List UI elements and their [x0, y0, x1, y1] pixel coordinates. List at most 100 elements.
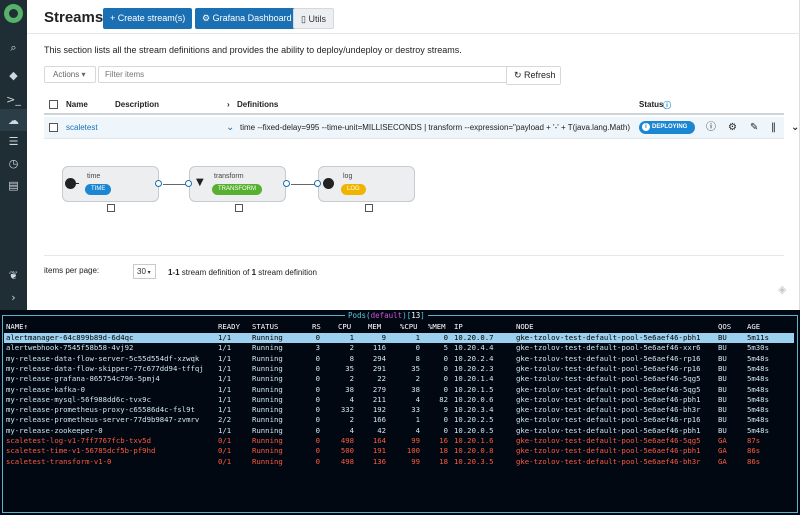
pod-cell: 2	[349, 415, 354, 425]
pod-column-header: NODE	[516, 322, 534, 331]
output-port[interactable]	[283, 180, 290, 187]
pod-cell: 5m48s	[747, 425, 769, 435]
pod-cell: my-release-prometheus-server-77d9b9847-z…	[6, 415, 200, 425]
grafana-icon: ⚙	[202, 13, 213, 23]
pod-cell: gke-tzolov-test-default-pool-5e6aef46-pb…	[516, 425, 701, 435]
node-checkbox[interactable]	[365, 204, 373, 212]
pod-row[interactable]: my-release-grafana-865754c796-5pmj4 1/1 Ru…	[4, 374, 794, 384]
terminal-icon[interactable]: >_	[6, 92, 21, 107]
pod-cell: 4	[415, 425, 420, 435]
sidebar: ⌕ ◆ >_ ☁ ☰ ◷ ▤ ❦ ›	[0, 0, 27, 315]
pagination-summary: 1-1 stream definition of 1 stream defini…	[168, 268, 317, 277]
column-name[interactable]: Name	[66, 100, 88, 109]
node-label: log	[343, 173, 353, 180]
pod-cell: Running	[252, 425, 283, 435]
help-icon[interactable]: ⓘ	[663, 100, 671, 111]
pod-cell: 10.20.1.5	[454, 384, 494, 394]
chevron-right-icon[interactable]: ›	[6, 290, 21, 305]
pod-cell: 0	[443, 384, 448, 394]
pod-row[interactable]: my-release-prometheus-server-77d9b9847-z…	[4, 415, 794, 425]
pod-cell: gke-tzolov-test-default-pool-5e6aef46-rp…	[516, 415, 701, 425]
search-icon[interactable]: ⌕	[6, 40, 21, 55]
select-all-checkbox[interactable]	[49, 100, 58, 109]
pod-row[interactable]: scaletest-log-v1-7ff7767fcb-txv5d 0/1 Runn…	[4, 436, 794, 446]
chevron-down-icon[interactable]: ⌄	[791, 122, 799, 134]
pod-cell: gke-tzolov-test-default-pool-5e6aef46-5q…	[516, 374, 701, 384]
expand-chevron-icon[interactable]: ⌄	[226, 122, 234, 134]
pod-cell: scaletest-time-v1-56785dcf5b-pf9hd	[6, 446, 156, 456]
pod-row[interactable]: my-release-mysql-56f988dd6c-tvx9c 1/1 Runn…	[4, 395, 794, 405]
output-port[interactable]	[155, 180, 162, 187]
pod-cell: 294	[372, 353, 386, 363]
pod-cell: 0	[315, 384, 320, 394]
pod-row[interactable]: scaletest-transform-v1-0 0/1 Running 0 498 13…	[4, 457, 794, 467]
deploy-gear-icon[interactable]: ⚙	[728, 122, 737, 134]
pod-cell: 5m48s	[747, 384, 769, 394]
pod-row[interactable]: my-release-prometheus-proxy-c65586d4c-fs…	[4, 405, 794, 415]
node-checkbox[interactable]	[107, 204, 115, 212]
pod-cell: 0	[315, 353, 320, 363]
pause-icon[interactable]: ‖	[771, 122, 776, 134]
pod-cell: 0	[315, 456, 320, 466]
row-checkbox[interactable]	[49, 123, 58, 132]
column-definitions[interactable]: Definitions	[237, 100, 278, 109]
pod-row[interactable]: my-release-kafka-0 1/1 Running 0 38 279 38 0 10.…	[4, 385, 794, 395]
pod-cell: 10.20.2.4	[454, 353, 494, 363]
pod-cell: 211	[372, 394, 386, 404]
pod-cell: Running	[252, 394, 283, 404]
pod-cell: GA	[718, 446, 727, 456]
create-stream-button[interactable]: + Create stream(s)	[103, 8, 193, 29]
pod-cell: BU	[718, 425, 727, 435]
edit-icon[interactable]: ✎	[750, 122, 758, 134]
graph-node-time[interactable]: time TIME	[62, 166, 159, 202]
pod-cell: 0	[443, 415, 448, 425]
utils-button[interactable]: ▯ Utils	[293, 8, 334, 29]
cloud-icon[interactable]: ☁	[6, 113, 21, 128]
table-icon[interactable]: ▤	[6, 178, 21, 193]
pod-cell: 498	[340, 436, 354, 445]
sort-icon[interactable]: ›	[227, 100, 230, 109]
pod-cell: 4	[415, 394, 420, 404]
pod-cell: 86s	[747, 456, 761, 466]
pod-cell: Running	[252, 415, 283, 425]
stream-name-link[interactable]: scaletest	[66, 123, 98, 132]
pod-cell: 0/1	[218, 446, 232, 456]
pod-cell: 500	[340, 446, 354, 456]
pod-row[interactable]: my-release-data-flow-server-5c55d554df-x…	[4, 354, 794, 364]
refresh-button[interactable]: ↻ Refresh	[506, 66, 561, 85]
node-badge: TRANSFORM	[212, 184, 262, 195]
clock-icon[interactable]: ◷	[6, 156, 21, 171]
status-badge: DEPLOYING	[639, 121, 695, 134]
pod-cell: 498	[340, 456, 354, 466]
filter-input[interactable]	[98, 66, 518, 83]
items-per-page-label: items per page:	[44, 266, 100, 275]
actions-dropdown[interactable]: Actions ▾	[44, 66, 96, 83]
pod-cell: 1/1	[218, 363, 232, 373]
list-icon[interactable]: ☰	[6, 134, 21, 149]
pod-row[interactable]: my-release-data-flow-skipper-77c677dd94-…	[4, 364, 794, 374]
items-per-page-select[interactable]: 30 ▾	[133, 264, 156, 279]
pod-cell: 82	[439, 394, 448, 404]
input-port[interactable]	[185, 180, 192, 187]
leaf-icon[interactable]: ❦	[6, 268, 21, 283]
pod-row[interactable]: alertmanager-64c899b89d-6d4qc 1/1 Running 0…	[4, 333, 794, 343]
input-port[interactable]	[314, 180, 321, 187]
pod-cell: Running	[252, 353, 283, 363]
pod-cell: 0/1	[218, 436, 232, 445]
pod-row[interactable]: scaletest-time-v1-56785dcf5b-pf9hd 0/1 Run…	[4, 446, 794, 456]
pod-cell: BU	[718, 343, 727, 353]
info-icon[interactable]: ⓘ	[706, 122, 716, 134]
node-checkbox[interactable]	[235, 204, 243, 212]
pod-cell: 192	[372, 405, 386, 415]
pod-cell: 0	[443, 353, 448, 363]
pod-column-header: IP	[454, 322, 463, 331]
pod-row[interactable]: my-release-zookeeper-0 1/1 Running 0 4 42 4 0 10…	[4, 426, 794, 436]
pod-cell: 2	[349, 374, 354, 384]
grafana-dashboard-button[interactable]: ⚙ Grafana Dashboard	[195, 8, 299, 29]
pod-cell: 10.20.1.4	[454, 374, 494, 384]
pod-row[interactable]: alertwebhook-7545f58b58-4vj92 1/1 Running 3…	[4, 343, 794, 353]
sink-port-icon	[323, 178, 334, 189]
pod-cell: 8	[415, 353, 420, 363]
tag-icon[interactable]: ◆	[6, 68, 21, 83]
pod-cell: 2	[349, 343, 354, 353]
